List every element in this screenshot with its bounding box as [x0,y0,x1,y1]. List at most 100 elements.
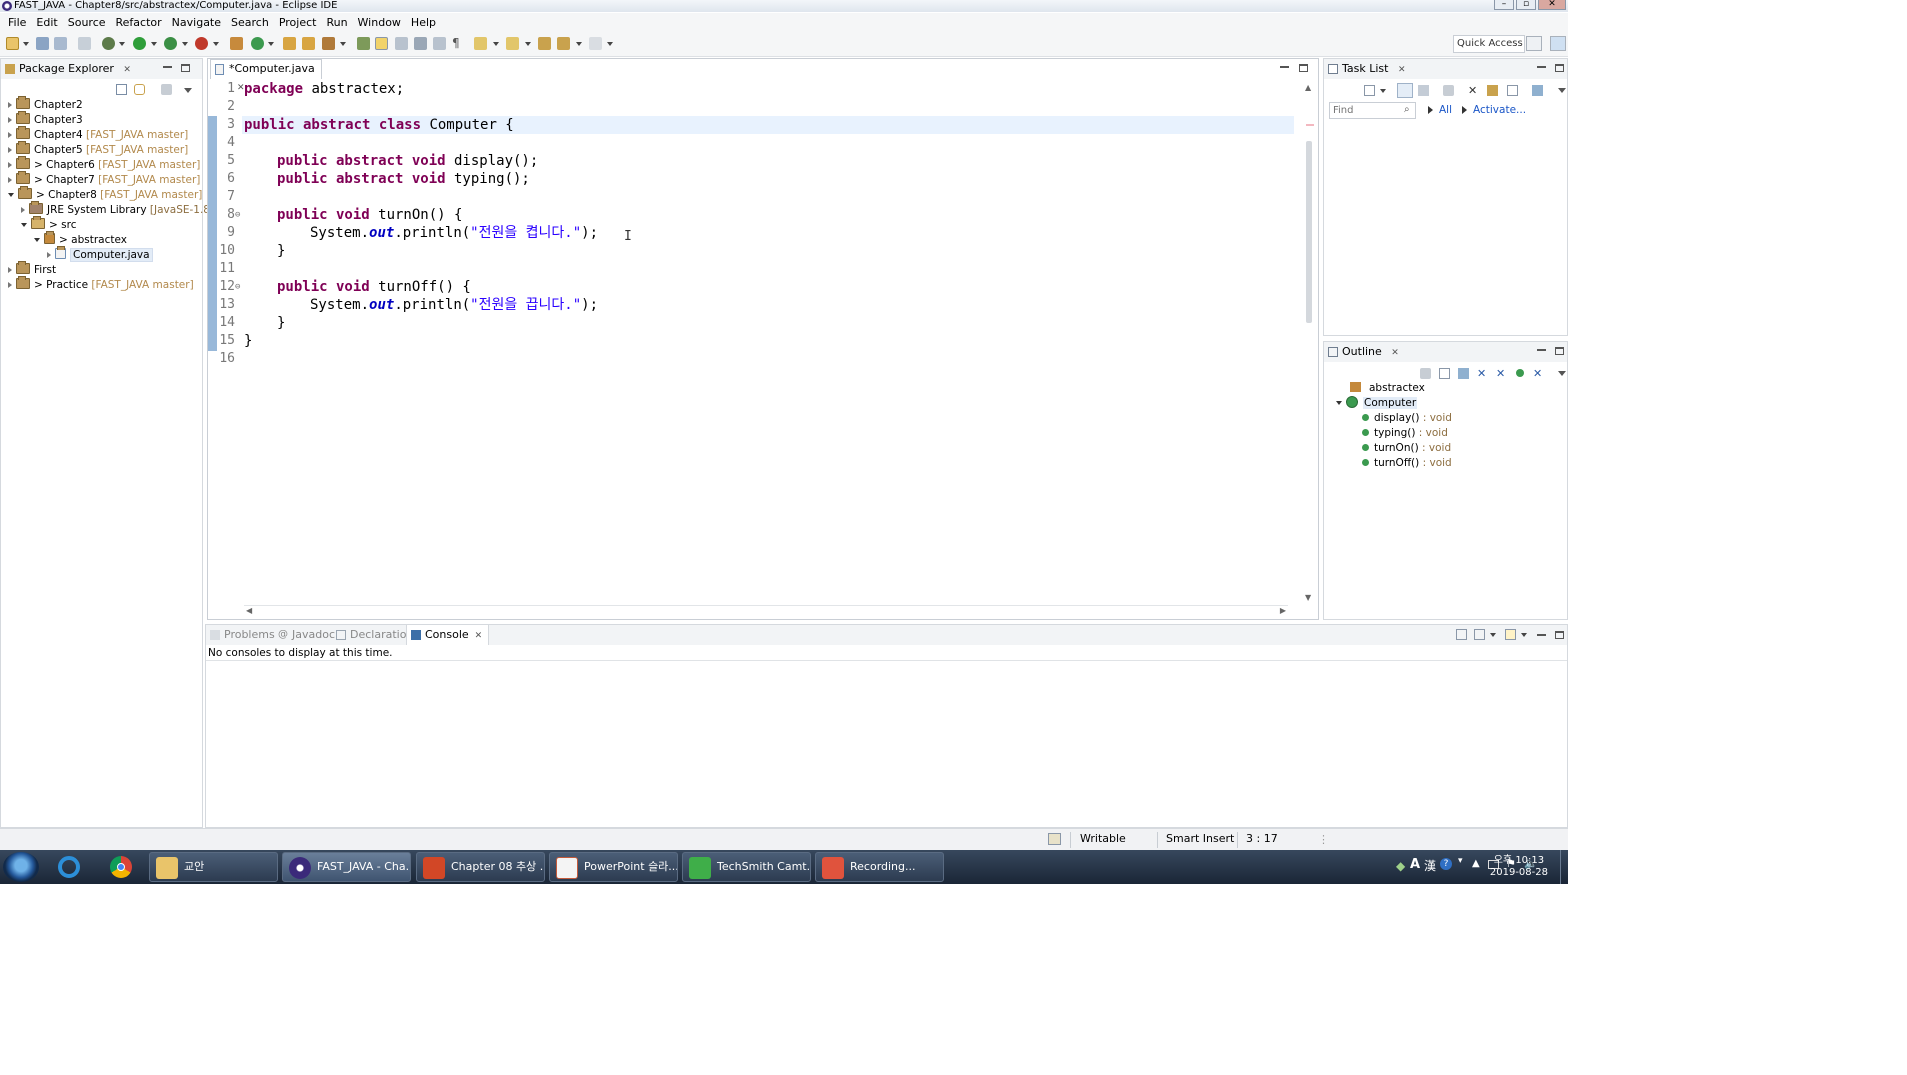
tab-package-explorer[interactable]: Package Explorer ✕ [1,59,131,79]
open-type-icon[interactable] [283,37,296,50]
menu-search[interactable]: Search [226,16,274,29]
input-mode-icon[interactable]: A [1410,857,1420,872]
taskbar-item-powerpoint-slide[interactable]: PowerPoint 슬라... [549,852,678,882]
expand-arrow-icon[interactable] [8,267,12,273]
maximize-icon[interactable] [1555,347,1564,355]
view-menu-icon[interactable] [1558,371,1566,376]
console-dropdown-icon[interactable] [1490,633,1496,637]
maximize-button[interactable]: ▫ [1516,0,1536,10]
sort-icon[interactable] [1458,368,1469,379]
menu-file[interactable]: File [3,16,31,29]
expand-arrow-icon[interactable] [8,162,12,168]
taskbar-item-powerpoint-chapter[interactable]: Chapter 08 추상 ... [416,852,545,882]
taskbar-item-camtasia[interactable]: TechSmith Camt... [682,852,811,882]
outline-member-turnon[interactable]: turnOn() : void [1362,441,1451,456]
forward-icon[interactable] [589,37,602,50]
tree-item-computer-java[interactable]: Computer.java [47,246,153,263]
expand-arrow-icon[interactable] [8,147,12,153]
expand-arrow-icon[interactable] [8,117,12,123]
all-link[interactable]: All [1439,104,1452,116]
view-menu-icon[interactable] [184,88,192,93]
run-icon[interactable] [133,37,146,50]
task-find-input[interactable] [1329,102,1416,119]
external-tools-dropdown-icon[interactable] [213,42,219,46]
skip-breakpoints-icon[interactable] [78,37,91,50]
focus-on-active-task-icon[interactable] [161,84,172,95]
new-task-dropdown-icon[interactable] [1380,89,1386,93]
open-console-dropdown-icon[interactable] [1521,633,1527,637]
hide-non-public-icon[interactable] [1516,369,1524,377]
scroll-left-icon[interactable]: ◀ [246,606,252,615]
collapse-arrow-icon[interactable] [1336,401,1342,405]
collapse-arrow-icon[interactable] [21,223,27,227]
display-selected-console-icon[interactable] [1456,629,1467,640]
outline-member-display[interactable]: display() : void [1362,411,1452,426]
outline-package[interactable]: abstractex [1350,381,1425,396]
new-java-package-icon[interactable] [230,37,243,50]
focus-active-task-icon[interactable] [1420,368,1431,379]
forward-dropdown-icon[interactable] [607,42,613,46]
pin-console-icon[interactable] [1474,629,1485,640]
taskbar-item-recording[interactable]: Recording... [815,852,944,882]
show-desktop-button[interactable] [1560,850,1568,884]
debug-dropdown-icon[interactable] [119,42,125,46]
internet-explorer-icon[interactable] [54,853,84,881]
close-icon[interactable]: ✕ [123,65,131,75]
task-repositories-icon[interactable] [1532,85,1543,96]
tab-computer-java[interactable]: *Computer.java ✕ [210,59,322,93]
run-dropdown-icon[interactable] [151,42,157,46]
collapse-all-icon[interactable] [1507,85,1518,96]
start-button[interactable] [3,852,39,882]
help-icon[interactable]: ? [1440,858,1452,870]
collapse-arrow-icon[interactable] [8,193,14,197]
minimize-button[interactable]: – [1494,0,1514,10]
tree-item-first[interactable]: First [8,261,56,278]
close-button[interactable]: ✕ [1538,0,1566,10]
fold-icon[interactable]: ⊖ [235,278,240,296]
new-task-icon[interactable] [1364,85,1375,96]
expand-arrow-icon[interactable] [8,132,12,138]
view-menu-icon[interactable] [1558,88,1566,93]
link-with-editor-icon[interactable] [134,84,145,95]
previous-annotation-icon[interactable] [506,37,519,50]
tab-problems[interactable]: Problems [206,625,275,645]
close-icon[interactable]: ✕ [1391,348,1399,358]
save-icon[interactable] [36,37,49,50]
activate-link[interactable]: Activate... [1473,104,1526,116]
focus-workweek-icon[interactable] [1443,85,1454,96]
debug-icon[interactable] [102,37,115,50]
tree-item-chapter7[interactable]: > Chapter7 [FAST_JAVA master] [8,171,200,188]
close-icon[interactable]: ✕ [475,631,483,641]
tab-task-list[interactable]: Task List ✕ [1324,59,1406,79]
next-annotation-dropdown-icon[interactable] [493,42,499,46]
horizontal-scrollbar[interactable]: ◀ ▶ [244,605,1288,615]
sync-icon[interactable] [1487,85,1498,96]
outline-class[interactable]: Computer [1336,396,1418,411]
open-task-icon[interactable] [302,37,315,50]
tab-javadoc[interactable]: @ Javadoc [274,625,335,645]
minimize-icon[interactable] [1537,66,1546,68]
open-perspective-icon[interactable] [1526,36,1542,51]
word-wrap-icon[interactable] [433,37,446,50]
external-tools-icon[interactable] [195,37,208,50]
tab-console[interactable]: Console ✕ [406,625,490,645]
tab-outline[interactable]: Outline ✕ [1324,342,1399,362]
scroll-down-icon[interactable]: ▼ [1305,593,1311,602]
collapse-all-icon[interactable] [116,84,127,95]
hide-static-icon[interactable]: ✕ [1496,367,1505,380]
expand-arrow-icon[interactable] [8,282,12,288]
toggle-mark-occurrences-icon[interactable] [375,37,388,50]
taskbar-item-folder[interactable]: 교안 [149,852,278,882]
save-all-icon[interactable] [54,37,67,50]
new-dropdown-icon[interactable] [23,42,29,46]
outline-member-turnoff[interactable]: turnOff() : void [1362,456,1452,471]
task-activity-icon[interactable] [1048,833,1061,845]
collapse-arrow-icon[interactable] [34,238,40,242]
back-dropdown-icon[interactable] [576,42,582,46]
coverage-icon[interactable] [164,37,177,50]
scroll-up-icon[interactable]: ▲ [1305,83,1311,92]
toggle-block-selection-icon[interactable] [395,37,408,50]
menu-source[interactable]: Source [63,16,111,29]
minimize-icon[interactable] [1537,634,1546,636]
ime-dropdown-icon[interactable]: ▾ [1458,856,1463,866]
